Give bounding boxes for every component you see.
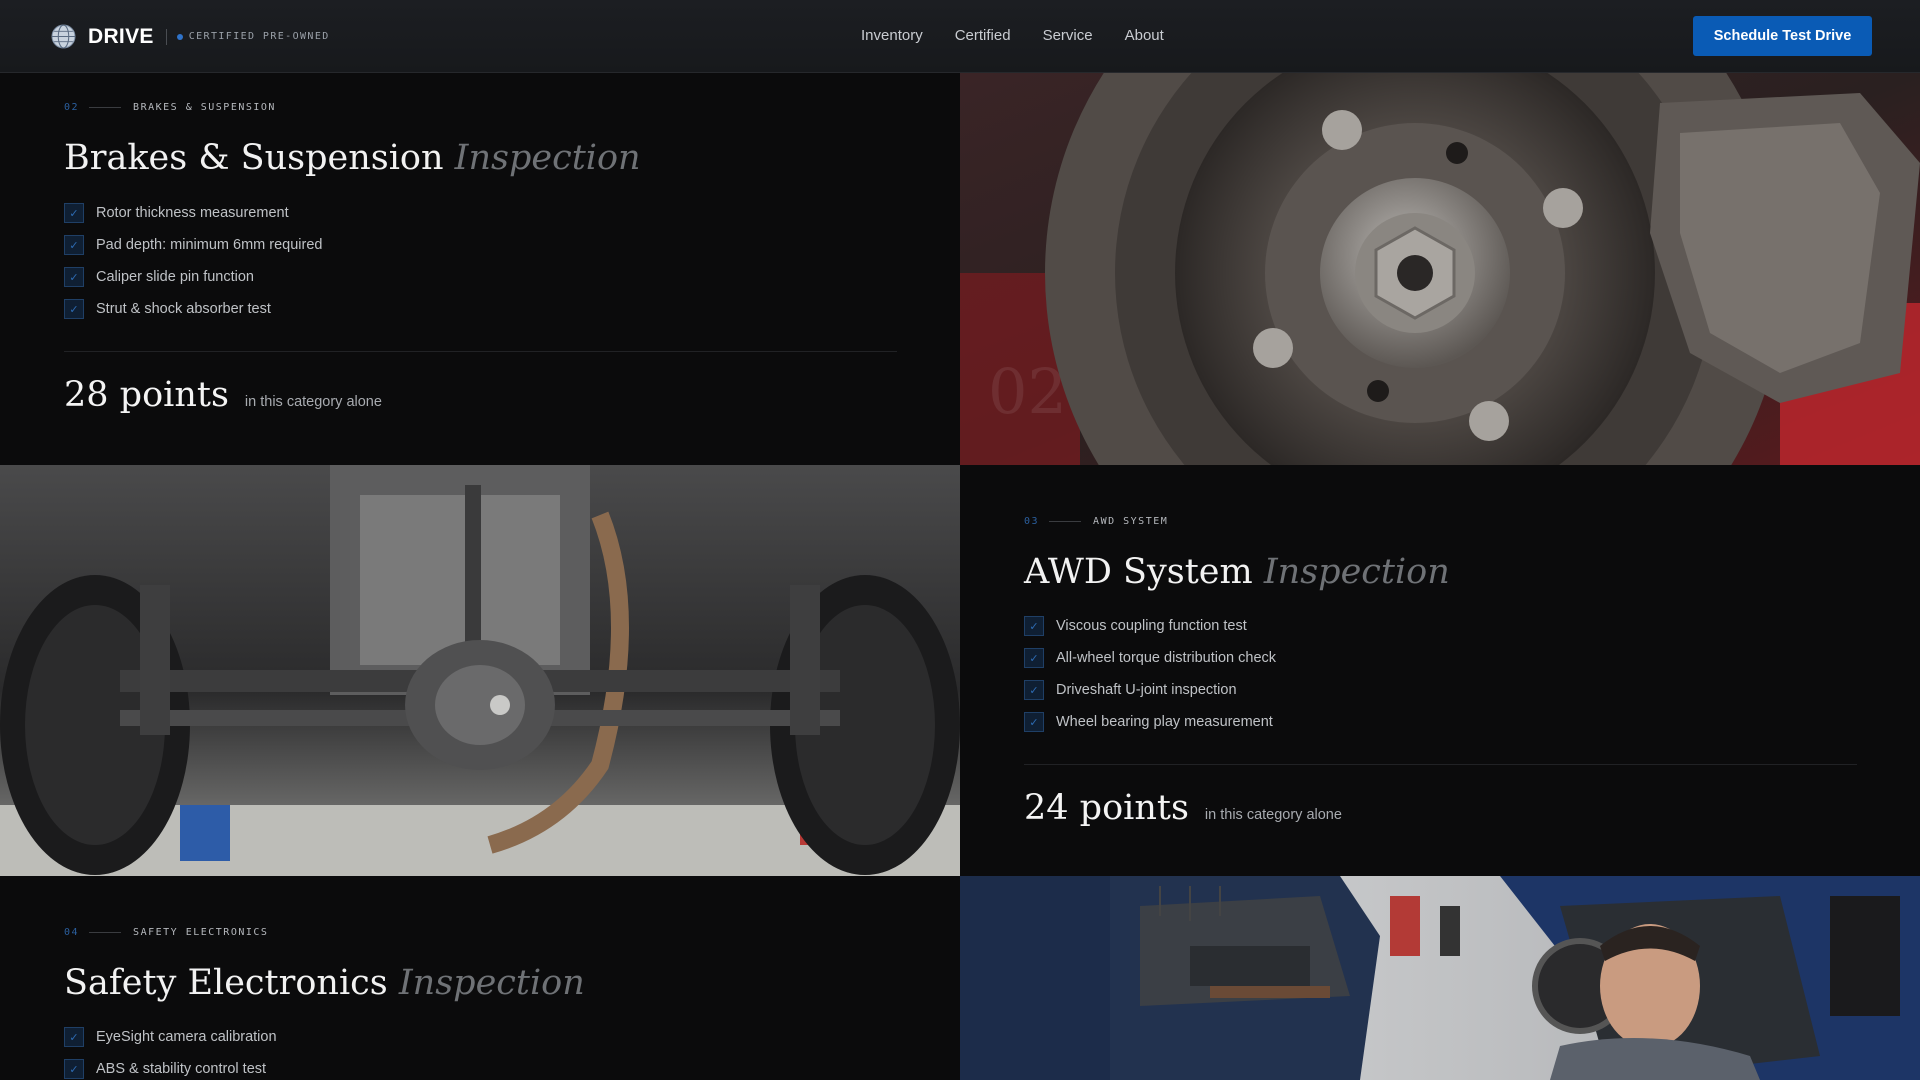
list-item-label: ABS & stability control test (96, 1061, 267, 1077)
tagline-text: CERTIFIED PRE-OWNED (188, 31, 330, 42)
logo[interactable]: DRIVE CERTIFIED PRE-OWNED (51, 24, 330, 49)
inspection-checklist: ✓ Viscous coupling function test ✓ All-whe… (1024, 610, 1276, 738)
points-summary: 24 points in this category alone (1024, 788, 1342, 828)
brand-name: DRIVE (88, 24, 154, 48)
section-safety-electronics: 04 SAFETY ELECTRONICS Safety Electronics… (0, 876, 960, 1080)
section-title-main: Safety Electronics (64, 963, 388, 1003)
check-icon: ✓ (64, 235, 84, 255)
nav-about[interactable]: About (1125, 27, 1164, 44)
points-summary: 28 points in this category alone (64, 375, 382, 415)
check-icon: ✓ (64, 299, 84, 319)
main-nav: Inventory Certified Service About (861, 27, 1196, 44)
list-item: ✓ Rotor thickness measurement (64, 197, 322, 229)
list-item: ✓ EyeSight camera calibration (64, 1021, 277, 1053)
brake-rotor-image: 02 (960, 73, 1920, 465)
status-dot-icon (176, 33, 183, 40)
list-item-label: Strut & shock absorber test (96, 301, 271, 317)
check-icon: ✓ (64, 203, 84, 223)
check-icon: ✓ (1024, 616, 1044, 636)
list-item-label: All-wheel torque distribution check (1056, 650, 1277, 666)
check-icon: ✓ (64, 1059, 84, 1079)
list-item-label: Rotor thickness measurement (96, 205, 289, 221)
list-item: ✓ Wheel bearing play measurement (1024, 706, 1276, 738)
brand-divider (165, 28, 167, 45)
list-item-label: Pad depth: minimum 6mm required (96, 237, 323, 253)
list-item: ✓ ABS & stability control test (64, 1053, 277, 1080)
list-item: ✓ Caliper slide pin function (64, 261, 322, 293)
points-note: in this category alone (1204, 807, 1342, 823)
check-icon: ✓ (64, 1027, 84, 1047)
list-item-label: Viscous coupling function test (1056, 618, 1247, 634)
list-item: ✓ Pad depth: minimum 6mm required (64, 229, 322, 261)
check-icon: ✓ (1024, 712, 1044, 732)
eyebrow-rule (89, 107, 122, 108)
check-icon: ✓ (1024, 648, 1044, 668)
section-title: AWD System Inspection (1024, 552, 1450, 592)
section-divider (1024, 764, 1857, 765)
technician-car-image (960, 876, 1920, 1080)
section-title-emphasis: Inspection (398, 963, 585, 1003)
section-awd: 03 AWD SYSTEM AWD System Inspection ✓ Vis… (960, 465, 1920, 876)
section-title-main: Brakes & Suspension (64, 138, 444, 178)
inspection-checklist: ✓ Rotor thickness measurement ✓ Pad depth:… (64, 197, 322, 325)
site-header: DRIVE CERTIFIED PRE-OWNED Inventory Cert… (0, 0, 1920, 73)
list-item: ✓ Driveshaft U-joint inspection (1024, 674, 1276, 706)
section-title-main: AWD System (1024, 552, 1253, 592)
section-brakes: 02 BRAKES & SUSPENSION Brakes & Suspensi… (0, 73, 960, 465)
undercarriage-image (0, 465, 960, 876)
points-note: in this category alone (244, 394, 382, 410)
section-title-emphasis: Inspection (1263, 552, 1450, 592)
section-eyebrow-label: SAFETY ELECTRONICS (133, 927, 269, 938)
certified-tagline: CERTIFIED PRE-OWNED (176, 31, 330, 42)
section-eyebrow: 02 BRAKES & SUSPENSION (64, 102, 276, 113)
globe-logo-icon (51, 24, 76, 49)
section-title: Safety Electronics Inspection (64, 963, 585, 1003)
list-item: ✓ Strut & shock absorber test (64, 293, 322, 325)
eyebrow-rule (1049, 521, 1082, 522)
section-divider (64, 351, 897, 352)
undercarriage-illustration (0, 465, 960, 876)
list-item: ✓ All-wheel torque distribution check (1024, 642, 1276, 674)
list-item: ✓ Viscous coupling function test (1024, 610, 1276, 642)
brake-rotor-illustration: 02 (960, 73, 1920, 465)
section-eyebrow-label: AWD SYSTEM (1093, 516, 1169, 527)
inspection-checklist: ✓ EyeSight camera calibration ✓ ABS & stab… (64, 1021, 277, 1080)
section-eyebrow-label: BRAKES & SUSPENSION (133, 102, 276, 113)
eyebrow-rule (89, 932, 122, 933)
section-number: 03 (1024, 516, 1040, 527)
section-eyebrow: 04 SAFETY ELECTRONICS (64, 927, 268, 938)
check-icon: ✓ (64, 267, 84, 287)
schedule-test-drive-button[interactable]: Schedule Test Drive (1693, 16, 1872, 56)
section-title-emphasis: Inspection (454, 138, 641, 178)
list-item-label: Wheel bearing play measurement (1056, 714, 1273, 730)
check-icon: ✓ (1024, 680, 1044, 700)
list-item-label: EyeSight camera calibration (96, 1029, 277, 1045)
nav-inventory[interactable]: Inventory (861, 27, 923, 44)
section-title: Brakes & Suspension Inspection (64, 138, 641, 178)
technician-illustration (960, 876, 1920, 1080)
list-item-label: Driveshaft U-joint inspection (1056, 682, 1237, 698)
section-number: 02 (64, 102, 80, 113)
section-number: 04 (64, 927, 80, 938)
nav-service[interactable]: Service (1043, 27, 1093, 44)
points-count: 28 points (64, 375, 229, 415)
list-item-label: Caliper slide pin function (96, 269, 254, 285)
points-count: 24 points (1024, 788, 1189, 828)
photo-watermark-number: 02 (988, 355, 1067, 428)
nav-certified[interactable]: Certified (955, 27, 1011, 44)
section-eyebrow: 03 AWD SYSTEM (1024, 516, 1168, 527)
